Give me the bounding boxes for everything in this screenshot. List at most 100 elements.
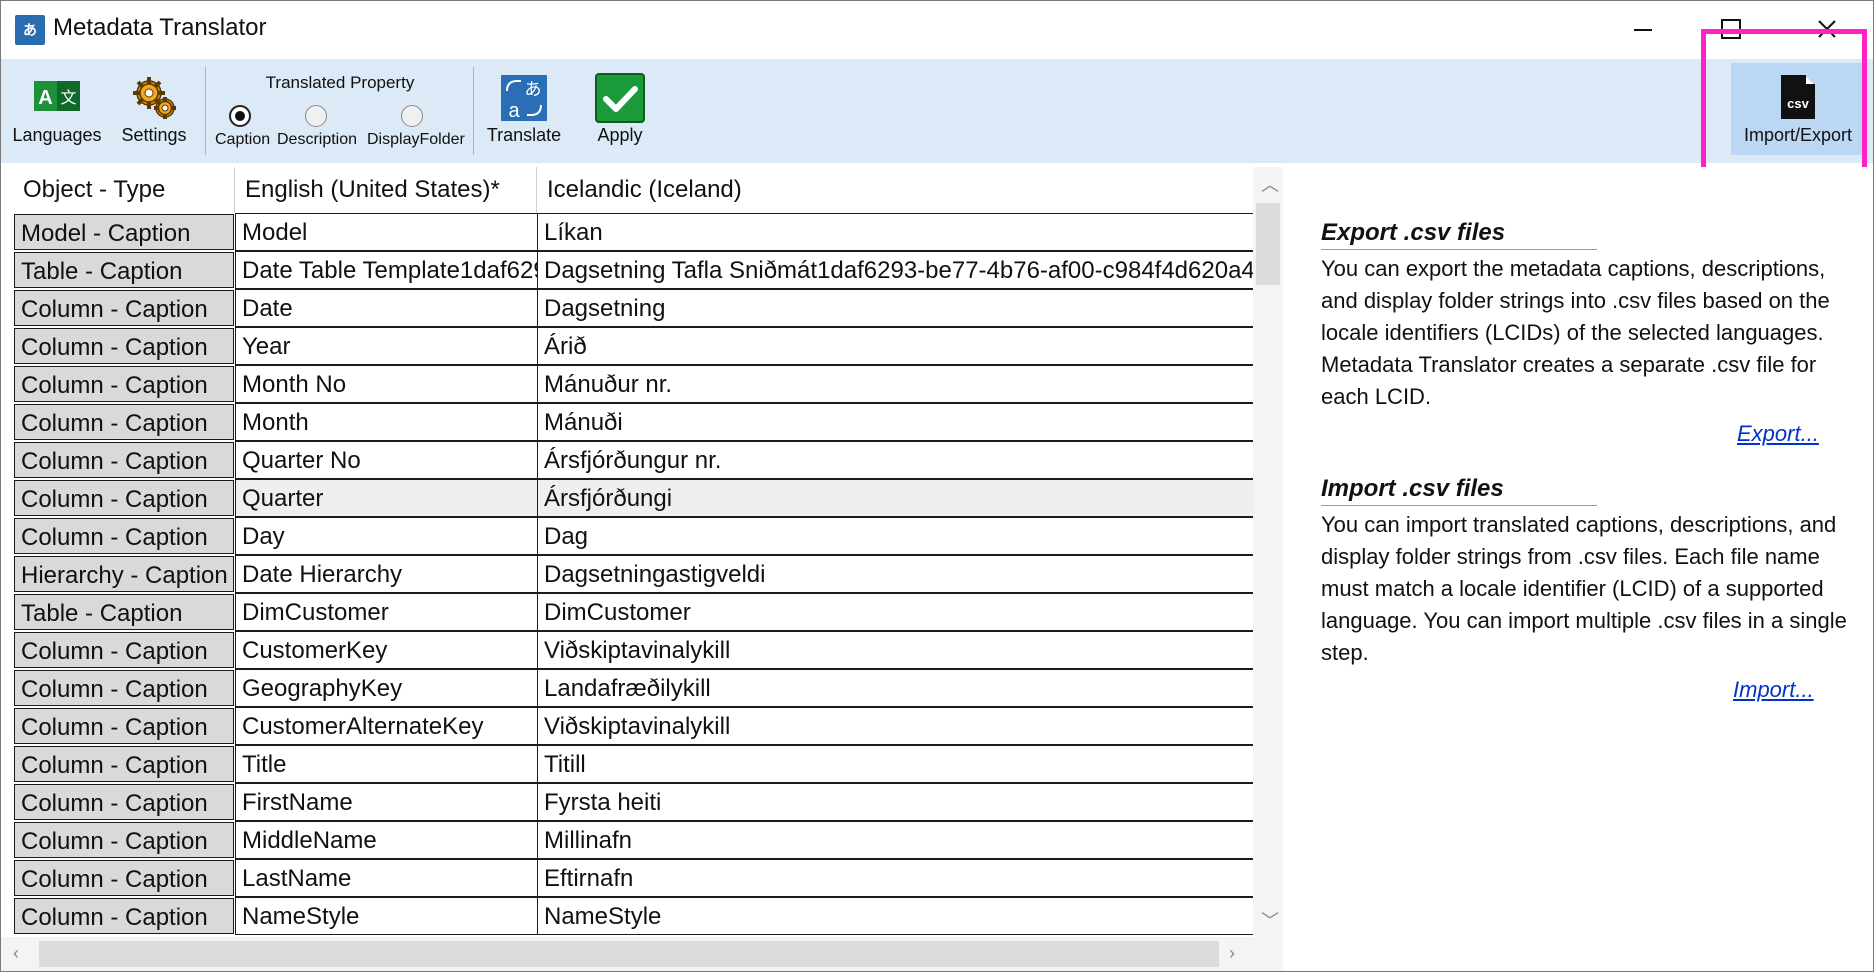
table-row[interactable]: Column - Caption Month Mánuði [13, 403, 1253, 441]
cell-icelandic[interactable]: DimCustomer [537, 593, 1253, 631]
cell-english[interactable]: LastName [235, 859, 537, 897]
column-header-object-type[interactable]: Object - Type [13, 167, 235, 213]
cell-icelandic[interactable]: Líkan [537, 213, 1253, 251]
table-row[interactable]: Column - Caption Quarter No Ársfjórðungur … [13, 441, 1253, 479]
cell-object-type[interactable]: Table - Caption [13, 251, 235, 289]
table-row[interactable]: Column - Caption Day Dag [13, 517, 1253, 555]
radio-description-label[interactable]: Description [277, 131, 357, 149]
cell-object-type[interactable]: Column - Caption [13, 745, 235, 783]
cell-english[interactable]: Year [235, 327, 537, 365]
cell-english[interactable]: CustomerAlternateKey [235, 707, 537, 745]
translate-button[interactable]: a あ Translate [479, 59, 569, 163]
cell-english[interactable]: CustomerKey [235, 631, 537, 669]
cell-icelandic[interactable]: Viðskiptavinalykill [537, 707, 1253, 745]
table-row[interactable]: Column - Caption MiddleName Millinafn [13, 821, 1253, 859]
cell-icelandic[interactable]: Árið [537, 327, 1253, 365]
cell-object-type[interactable]: Table - Caption [13, 593, 235, 631]
table-row[interactable]: Hierarchy - Caption Date Hierarchy Dagsetn… [13, 555, 1253, 593]
column-header-icelandic[interactable]: Icelandic (Iceland) [537, 167, 1253, 213]
cell-object-type[interactable]: Column - Caption [13, 631, 235, 669]
cell-object-type[interactable]: Hierarchy - Caption [13, 555, 235, 593]
table-row[interactable]: Column - Caption Title Titill [13, 745, 1253, 783]
cell-object-type[interactable]: Column - Caption [13, 441, 235, 479]
cell-icelandic[interactable]: Millinafn [537, 821, 1253, 859]
scroll-right-icon[interactable]: › [1229, 943, 1235, 964]
cell-icelandic[interactable]: Dagsetning Tafla Sniðmát1daf6293-be77-4b… [537, 251, 1253, 289]
radio-description[interactable] [305, 105, 327, 127]
cell-english[interactable]: FirstName [235, 783, 537, 821]
table-row[interactable]: Table - Caption Date Table Template1daf62… [13, 251, 1253, 289]
cell-icelandic[interactable]: Mánuður nr. [537, 365, 1253, 403]
cell-object-type[interactable]: Column - Caption [13, 517, 235, 555]
cell-object-type[interactable]: Column - Caption [13, 707, 235, 745]
cell-object-type[interactable]: Column - Caption [13, 897, 235, 935]
cell-object-type[interactable]: Column - Caption [13, 859, 235, 897]
table-row[interactable]: Column - Caption FirstName Fyrsta heiti [13, 783, 1253, 821]
radio-displayfolder[interactable] [401, 105, 423, 127]
table-row[interactable]: Column - Caption GeographyKey Landafræðily… [13, 669, 1253, 707]
cell-english[interactable]: Quarter No [235, 441, 537, 479]
cell-icelandic[interactable]: Dagsetning [537, 289, 1253, 327]
cell-english[interactable]: Month No [235, 365, 537, 403]
cell-english[interactable]: Date Table Template1daf6293-be77-4b76-af… [235, 251, 537, 289]
translations-grid[interactable]: Object - Type English (United States)* I… [13, 167, 1253, 937]
cell-icelandic[interactable]: NameStyle [537, 897, 1253, 935]
import-link[interactable]: Import... [1733, 677, 1814, 703]
cell-object-type[interactable]: Column - Caption [13, 821, 235, 859]
table-row[interactable]: Column - Caption NameStyle NameStyle [13, 897, 1253, 935]
cell-english[interactable]: Date [235, 289, 537, 327]
horizontal-scrollbar[interactable]: ‹ › [1, 937, 1283, 971]
radio-caption[interactable] [229, 105, 251, 127]
cell-icelandic[interactable]: Dag [537, 517, 1253, 555]
cell-icelandic[interactable]: Dagsetningastigveldi [537, 555, 1253, 593]
cell-english[interactable]: Date Hierarchy [235, 555, 537, 593]
scroll-down-icon[interactable]: ﹀ [1261, 907, 1279, 933]
cell-object-type[interactable]: Column - Caption [13, 403, 235, 441]
cell-object-type[interactable]: Column - Caption [13, 669, 235, 707]
vertical-scroll-thumb[interactable] [1256, 203, 1280, 285]
cell-icelandic[interactable]: Mánuði [537, 403, 1253, 441]
cell-icelandic[interactable]: Fyrsta heiti [537, 783, 1253, 821]
column-header-english[interactable]: English (United States)* [235, 167, 537, 213]
cell-icelandic[interactable]: Ársfjórðungur nr. [537, 441, 1253, 479]
scroll-up-icon[interactable]: ︿ [1261, 171, 1279, 197]
table-row[interactable]: Table - Caption DimCustomer DimCustomer [13, 593, 1253, 631]
settings-button[interactable]: Settings [109, 59, 199, 163]
cell-english[interactable]: Quarter [235, 479, 537, 517]
radio-caption-label[interactable]: Caption [215, 131, 270, 149]
vertical-scrollbar[interactable]: ︿ ﹀ [1253, 167, 1283, 937]
table-row[interactable]: Column - Caption Date Dagsetning [13, 289, 1253, 327]
cell-english[interactable]: Title [235, 745, 537, 783]
table-row[interactable]: Model - Caption Model Líkan [13, 213, 1253, 251]
table-row[interactable]: Column - Caption CustomerKey Viðskiptavina… [13, 631, 1253, 669]
cell-english[interactable]: NameStyle [235, 897, 537, 935]
cell-icelandic[interactable]: Landafræðilykill [537, 669, 1253, 707]
cell-icelandic[interactable]: Eftirnafn [537, 859, 1253, 897]
table-row[interactable]: Column - Caption Quarter Ársfjórðungi [13, 479, 1253, 517]
cell-object-type[interactable]: Model - Caption [13, 213, 235, 251]
export-link[interactable]: Export... [1737, 421, 1819, 447]
radio-displayfolder-label[interactable]: DisplayFolder [367, 131, 465, 149]
cell-icelandic[interactable]: Viðskiptavinalykill [537, 631, 1253, 669]
cell-object-type[interactable]: Column - Caption [13, 479, 235, 517]
cell-english[interactable]: Model [235, 213, 537, 251]
languages-button[interactable]: A 文 Languages [7, 59, 107, 163]
table-row[interactable]: Column - Caption Month No Mánuður nr. [13, 365, 1253, 403]
cell-english[interactable]: Day [235, 517, 537, 555]
cell-english[interactable]: DimCustomer [235, 593, 537, 631]
minimize-button[interactable] [1613, 7, 1673, 51]
cell-object-type[interactable]: Column - Caption [13, 327, 235, 365]
cell-english[interactable]: GeographyKey [235, 669, 537, 707]
table-row[interactable]: Column - Caption CustomerAlternateKey Viðs… [13, 707, 1253, 745]
cell-english[interactable]: MiddleName [235, 821, 537, 859]
cell-object-type[interactable]: Column - Caption [13, 365, 235, 403]
cell-english[interactable]: Month [235, 403, 537, 441]
cell-object-type[interactable]: Column - Caption [13, 289, 235, 327]
cell-object-type[interactable]: Column - Caption [13, 783, 235, 821]
cell-icelandic[interactable]: Titill [537, 745, 1253, 783]
scroll-left-icon[interactable]: ‹ [13, 943, 19, 964]
table-row[interactable]: Column - Caption Year Árið [13, 327, 1253, 365]
table-row[interactable]: Column - Caption LastName Eftirnafn [13, 859, 1253, 897]
apply-button[interactable]: Apply [575, 59, 665, 163]
horizontal-scroll-thumb[interactable] [39, 941, 1219, 967]
